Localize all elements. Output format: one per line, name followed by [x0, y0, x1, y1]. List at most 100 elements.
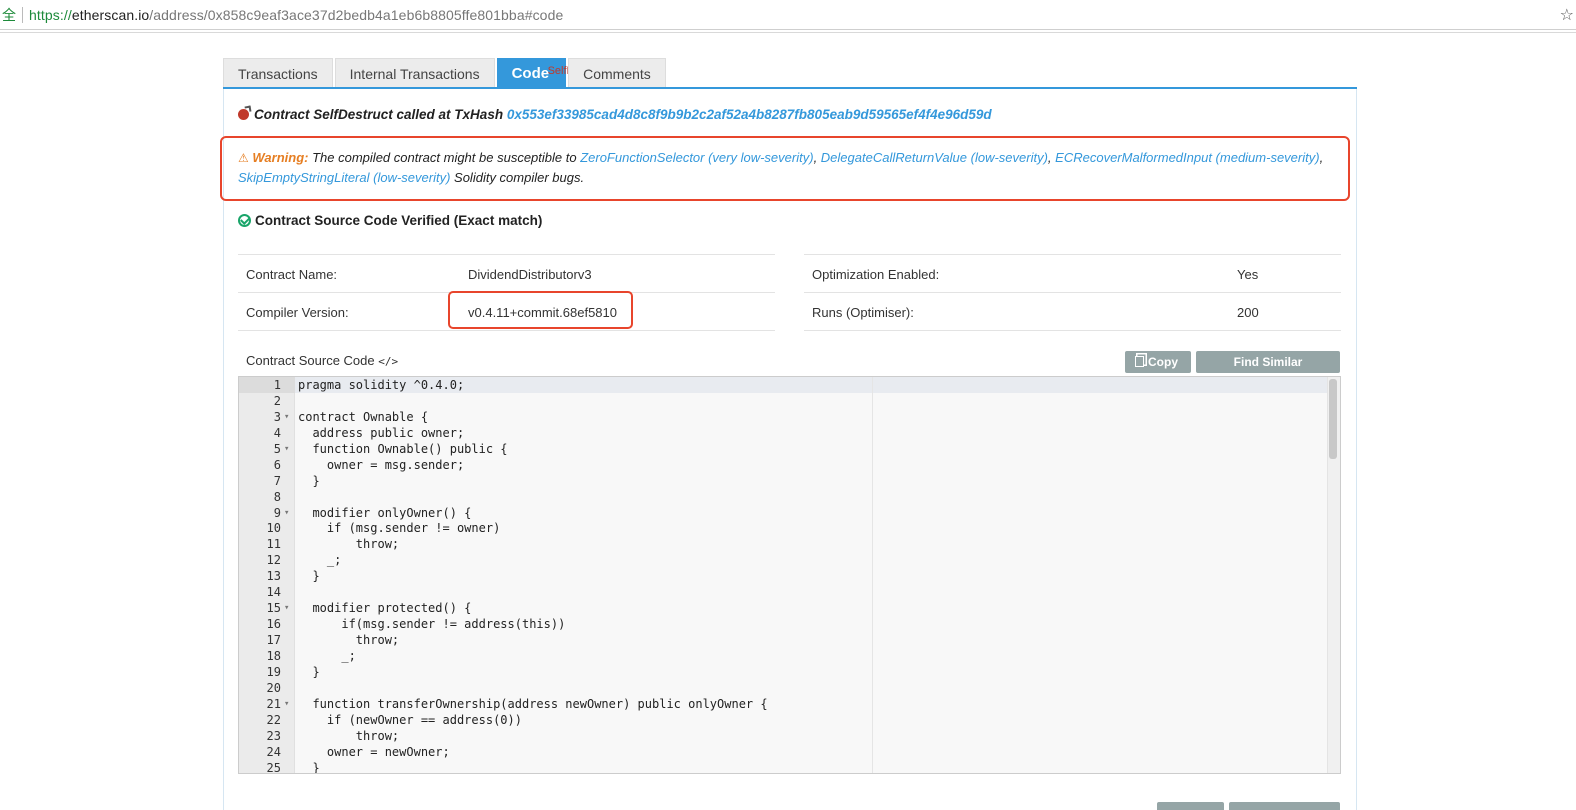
code-text: if (msg.sender != owner) — [298, 521, 501, 536]
line-number: 3 — [273, 409, 281, 424]
line-number: 24 — [266, 744, 281, 759]
code-line: 6 owner = msg.sender; — [239, 457, 1329, 473]
contract-name-row: Contract Name: DividendDistributorv3 — [238, 255, 775, 293]
fold-toggle-icon[interactable]: ▾ — [284, 505, 289, 521]
check-circle-icon — [238, 214, 251, 227]
code-text: } — [298, 569, 320, 584]
runs-label: Runs (Optimiser): — [812, 305, 914, 320]
source-code-editor[interactable]: 1 pragma solidity ^0.4.0; 2 3 ▾ contract Owna… — [238, 376, 1341, 774]
line-number: 12 — [266, 553, 281, 568]
code-text: } — [298, 760, 320, 774]
compiler-warning: ⚠ Warning: The compiled contract might b… — [238, 150, 1324, 185]
bomb-icon — [238, 109, 249, 120]
contract-name-value: DividendDistributorv3 — [468, 267, 592, 282]
star-icon[interactable]: ☆ — [1560, 5, 1574, 24]
code-line: 20 — [239, 680, 1329, 696]
code-text: } — [298, 473, 320, 488]
fold-toggle-icon[interactable]: ▾ — [284, 409, 289, 425]
code-line: 7 } — [239, 473, 1329, 489]
url-host: etherscan.io — [71, 6, 150, 23]
line-number: 21 — [266, 696, 281, 711]
code-line: 13 } — [239, 568, 1329, 584]
find-similar-contracts-button[interactable]: Find Similar Contracts — [1196, 351, 1340, 391]
tx-hash-link[interactable]: 0x553ef33985cad4d8c8f9b9b2c2af52a4b8287f… — [507, 107, 992, 122]
code-line: 24 owner = newOwner; — [239, 744, 1329, 760]
bug-link-zero-function-selector[interactable]: ZeroFunctionSelector (very low-severity) — [580, 150, 813, 165]
code-line: 9 ▾ modifier onlyOwner() { — [239, 505, 1329, 521]
code-text: if (newOwner == address(0)) — [298, 712, 522, 727]
code-line: 17 throw; — [239, 632, 1329, 648]
line-number: 16 — [266, 617, 281, 632]
tab-transactions[interactable]: Transactions — [223, 58, 333, 88]
copy-label: Copy — [1148, 355, 1178, 369]
bottom-button[interactable] — [1157, 802, 1224, 810]
line-number: 20 — [266, 680, 281, 695]
code-line: 10 if (msg.sender != owner) — [239, 520, 1329, 536]
code-text: modifier protected() { — [298, 601, 472, 616]
fold-toggle-icon[interactable]: ▾ — [284, 441, 289, 457]
contract-name-label: Contract Name: — [246, 267, 338, 282]
address-tabs: Transactions Internal Transactions CodeS… — [223, 58, 668, 88]
optimization-value: Yes — [1237, 267, 1259, 282]
code-text: contract Ownable { — [298, 409, 429, 424]
code-text: throw; — [298, 537, 400, 552]
code-text: address public owner; — [298, 425, 465, 440]
source-code-label: Contract Source Code — [246, 353, 375, 368]
line-number: 19 — [266, 664, 281, 679]
line-number: 1 — [273, 378, 281, 392]
line-number: 2 — [273, 393, 281, 408]
line-number: 8 — [273, 489, 281, 504]
code-line: 5 ▾ function Ownable() public { — [239, 441, 1329, 457]
line-number: 7 — [273, 473, 281, 488]
line-number: 9 — [273, 505, 281, 520]
code-lines: 1 pragma solidity ^0.4.0; 2 3 ▾ contract Owna… — [239, 377, 1329, 774]
optimization-row: Optimization Enabled: Yes — [804, 255, 1341, 293]
code-line: 2 — [239, 393, 1329, 409]
scrollbar-thumb[interactable] — [1329, 379, 1337, 459]
line-number: 13 — [266, 569, 281, 584]
bug-link-delegate-call-return-value[interactable]: DelegateCallReturnValue (low-severity) — [821, 150, 1048, 165]
line-number: 22 — [266, 712, 281, 727]
code-text: owner = msg.sender; — [298, 457, 465, 472]
tab-comments[interactable]: Comments — [568, 58, 666, 88]
tab-internal-transactions[interactable]: Internal Transactions — [334, 58, 495, 88]
browser-address-bar[interactable]: 全 https://etherscan.io/address/0x858c9ea… — [0, 0, 1576, 30]
tab-label: Internal Transactions — [349, 66, 480, 82]
code-icon: </> — [378, 355, 399, 368]
fold-toggle-icon[interactable]: ▾ — [284, 696, 289, 712]
code-line: 8 — [239, 489, 1329, 505]
contract-info-right: Optimization Enabled: Yes Runs (Optimise… — [804, 254, 1341, 331]
line-number: 6 — [273, 457, 281, 472]
bug-link-skip-empty-string-literal[interactable]: SkipEmptyStringLiteral (low-severity) — [238, 170, 450, 185]
browser-divider — [0, 32, 1576, 33]
code-text: modifier onlyOwner() { — [298, 505, 472, 520]
code-text: if(msg.sender != address(this)) — [298, 617, 566, 632]
code-line: 15 ▾ modifier protected() { — [239, 600, 1329, 616]
code-line: 23 throw; — [239, 728, 1329, 744]
compiler-highlight-box — [448, 291, 633, 329]
tab-code[interactable]: CodeSelfDestruct — [496, 58, 608, 88]
selfdestruct-text: Contract SelfDestruct called at TxHash — [254, 107, 504, 122]
bottom-button[interactable] — [1229, 802, 1340, 810]
url-text[interactable]: https://etherscan.io/address/0x858c9eaf3… — [29, 7, 563, 23]
compiler-version-label: Compiler Version: — [246, 305, 349, 320]
line-number: 25 — [266, 760, 281, 774]
code-line: 14 — [239, 584, 1329, 600]
warning-outro: Solidity compiler bugs. — [454, 170, 585, 185]
code-text: _; — [298, 648, 356, 663]
line-number: 18 — [266, 648, 281, 663]
line-number: 4 — [273, 425, 281, 440]
copy-button[interactable]: Copy — [1125, 351, 1191, 373]
line-number: 14 — [266, 585, 281, 600]
fold-toggle-icon[interactable]: ▾ — [284, 600, 289, 616]
line-number: 15 — [266, 601, 281, 616]
code-text: function transferOwnership(address newOw… — [298, 696, 768, 711]
url-path: /address/0x858c9eaf3ace37d2bedb4a1eb6b88… — [149, 6, 564, 23]
code-line: 1 pragma solidity ^0.4.0; — [239, 377, 1329, 393]
code-line: 11 throw; — [239, 536, 1329, 552]
source-code-title: Contract Source Code </> — [246, 353, 398, 368]
code-text: owner = newOwner; — [298, 744, 450, 759]
code-text: function Ownable() public { — [298, 441, 508, 456]
line-number: 11 — [266, 537, 281, 552]
bug-link-ecrecover-malformed-input[interactable]: ECRecoverMalformedInput (medium-severity… — [1055, 150, 1319, 165]
